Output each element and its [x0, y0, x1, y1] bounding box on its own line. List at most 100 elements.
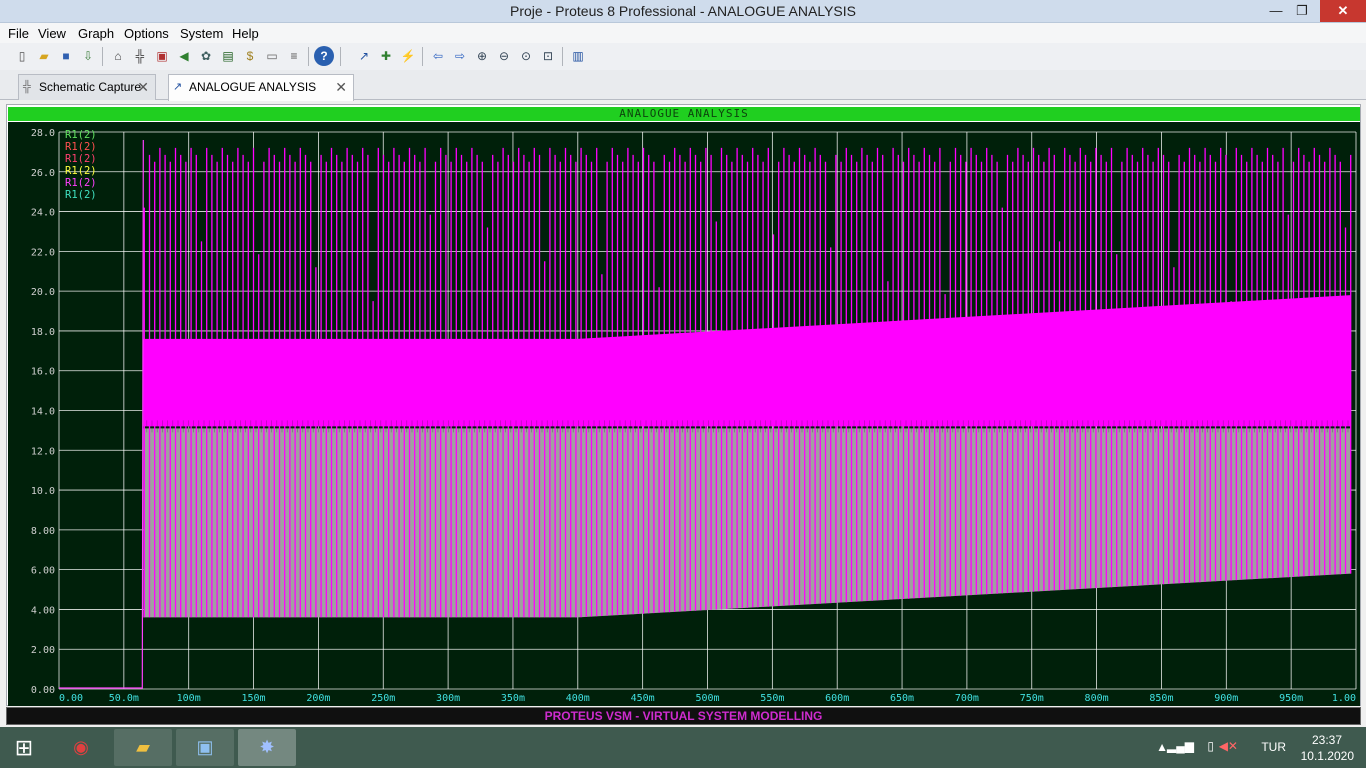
clock-time[interactable]: 23:37 — [1312, 733, 1342, 747]
tab-bar: ╬ Schematic Capture ✕ ↗ ANALOGUE ANALYSI… — [0, 70, 1366, 101]
status-text: PROTEUS VSM - VIRTUAL SYSTEM MODELLING — [544, 709, 823, 723]
legend-entry: R1(2) — [65, 165, 97, 177]
graph-panel: ANALOGUE ANALYSIS 0.00 50.0m 100m 150m 200m 2… — [6, 104, 1361, 706]
visual-designer-icon[interactable]: ✿ — [196, 46, 216, 66]
photos-icon[interactable]: ▣ — [176, 729, 234, 766]
zoom-all-icon[interactable]: ⊙ — [516, 46, 536, 66]
language-indicator[interactable]: TUR — [1261, 740, 1286, 754]
source-code-icon[interactable]: $ — [240, 46, 260, 66]
x-tick-label: 750m — [1020, 693, 1044, 704]
x-tick-label: 50.0m — [109, 693, 139, 704]
legend-entry: R1(2) — [65, 129, 97, 141]
file-explorer-icon[interactable]: ▰ — [114, 729, 172, 766]
analogue-chart[interactable]: 0.00 50.0m 100m 150m 200m 250m 300m 350m 400m 450… — [8, 122, 1360, 706]
minimize-button[interactable]: — — [1262, 0, 1290, 22]
windows-start-icon[interactable]: ⊞ — [0, 729, 48, 766]
pcb-icon[interactable]: ▣ — [152, 46, 172, 66]
schematic-tab-icon: ╬ — [23, 81, 31, 93]
simulate-graph-icon[interactable]: ⚡ — [398, 46, 418, 66]
y-tick-label: 26.0 — [31, 168, 55, 179]
taskbar: ⊞ ◉ ▰ ▣ ✸ ▲ ▂▄▆ ▯ ◀✕ TUR 23:37 10.1.2020 — [0, 727, 1366, 768]
x-tick-label: 400m — [566, 693, 590, 704]
menu-graph[interactable]: Graph — [78, 26, 114, 41]
x-tick-label: 950m — [1279, 693, 1303, 704]
new-file-icon[interactable]: ▯ — [12, 46, 32, 66]
tab-schematic-capture[interactable]: ╬ Schematic Capture ✕ — [18, 74, 156, 100]
graph-title: ANALOGUE ANALYSIS — [8, 107, 1360, 121]
close-tab-icon[interactable]: ✕ — [137, 75, 149, 99]
y-tick-label: 14.0 — [31, 407, 55, 418]
maximize-button[interactable]: ❐ — [1288, 0, 1316, 22]
legend-entry: R1(2) — [65, 153, 97, 165]
menu-bar: File View Graph Options System Help — [0, 23, 1366, 43]
x-tick-label: 900m — [1214, 693, 1238, 704]
x-tick-label: 1.00 — [1332, 693, 1356, 704]
nav-left-icon[interactable]: ⇦ — [428, 46, 448, 66]
y-tick-label: 18.0 — [31, 327, 55, 338]
legend-entry: R1(2) — [65, 141, 97, 153]
menu-file[interactable]: File — [8, 26, 29, 41]
x-tick-label: 500m — [695, 693, 719, 704]
y-tick-label: 4.00 — [31, 605, 55, 616]
notes-icon[interactable]: ≡ — [284, 46, 304, 66]
y-tick-label: 28.0 — [31, 128, 55, 139]
home-icon[interactable]: ⌂ — [108, 46, 128, 66]
schematic-icon[interactable]: ╬ — [130, 46, 150, 66]
x-tick-label: 200m — [306, 693, 330, 704]
nav-right-icon[interactable]: ⇨ — [450, 46, 470, 66]
legend-entry: R1(2) — [65, 189, 97, 201]
x-tick-label: 700m — [955, 693, 979, 704]
menu-view[interactable]: View — [38, 26, 66, 41]
legend-entry: R1(2) — [65, 177, 97, 189]
close-tab-icon[interactable]: ✕ — [335, 75, 347, 99]
y-tick-label: 0.00 — [31, 685, 55, 696]
y-tick-label: 22.0 — [31, 247, 55, 258]
y-tick-label: 16.0 — [31, 367, 55, 378]
save-icon[interactable]: ■ — [56, 46, 76, 66]
view-log-icon[interactable]: ▥ — [568, 46, 588, 66]
network-icon[interactable]: ▂▄▆ — [1167, 739, 1194, 753]
chrome-icon[interactable]: ◉ — [52, 729, 110, 766]
status-bar: PROTEUS VSM - VIRTUAL SYSTEM MODELLING — [6, 707, 1361, 725]
y-tick-label: 10.0 — [31, 486, 55, 497]
clock-date[interactable]: 10.1.2020 — [1301, 749, 1354, 763]
x-tick-label: 800m — [1085, 693, 1109, 704]
tab-analogue-analysis[interactable]: ↗ ANALOGUE ANALYSIS ✕ — [168, 74, 354, 101]
x-tick-label: 300m — [436, 693, 460, 704]
help-icon[interactable]: ? — [314, 46, 334, 66]
bom-icon[interactable]: ▤ — [218, 46, 238, 66]
x-tick-label: 250m — [371, 693, 395, 704]
zoom-area-icon[interactable]: ⊡ — [538, 46, 558, 66]
tab-label: ANALOGUE ANALYSIS — [189, 80, 317, 94]
menu-system[interactable]: System — [180, 26, 223, 41]
proteus-icon[interactable]: ✸ — [238, 729, 296, 766]
y-tick-label: 20.0 — [31, 287, 55, 298]
y-tick-label: 8.00 — [31, 526, 55, 537]
window-title: Proje - Proteus 8 Professional - ANALOGU… — [509, 3, 856, 19]
design-explorer-icon[interactable]: ▭ — [262, 46, 282, 66]
y-tick-label: 2.00 — [31, 645, 55, 656]
close-button[interactable]: ✕ — [1320, 0, 1366, 22]
title-bar: Proje - Proteus 8 Professional - ANALOGU… — [0, 0, 1366, 23]
add-trace-icon[interactable]: ✚ — [376, 46, 396, 66]
x-tick-label: 350m — [501, 693, 525, 704]
gallery-icon[interactable]: ◀ — [174, 46, 194, 66]
open-folder-icon[interactable]: ▰ — [34, 46, 54, 66]
volume-muted-icon[interactable]: ◀✕ — [1219, 739, 1238, 753]
zoom-out-icon[interactable]: ⊖ — [494, 46, 514, 66]
x-tick-label: 850m — [1149, 693, 1173, 704]
edit-graph-icon[interactable]: ↗ — [354, 46, 374, 66]
menu-help[interactable]: Help — [232, 26, 259, 41]
x-tick-label: 600m — [825, 693, 849, 704]
y-tick-label: 12.0 — [31, 446, 55, 457]
menu-options[interactable]: Options — [124, 26, 169, 41]
y-tick-label: 6.00 — [31, 566, 55, 577]
battery-icon[interactable]: ▯ — [1207, 739, 1214, 753]
toolbar: ▯ ▰ ■ ⇩ ⌂ ╬ ▣ ◀ ✿ ▤ $ ▭ ≡ ? ↗ ✚ ⚡ ⇦ ⇨ ⊕ … — [0, 43, 1366, 70]
y-tick-label: 24.0 — [31, 208, 55, 219]
x-tick-label: 0.00 — [59, 693, 83, 704]
switch-on-edge — [59, 139, 144, 689]
x-tick-label: 100m — [177, 693, 201, 704]
import-icon[interactable]: ⇩ — [78, 46, 98, 66]
zoom-in-icon[interactable]: ⊕ — [472, 46, 492, 66]
